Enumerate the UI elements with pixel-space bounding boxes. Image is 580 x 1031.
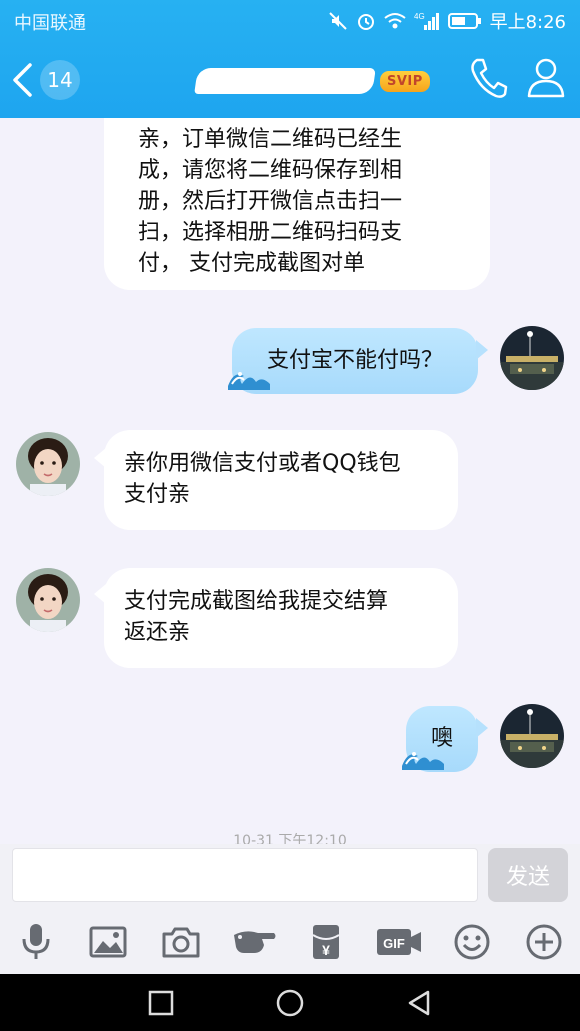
chevron-left-icon bbox=[13, 63, 32, 97]
svip-badge: SVIP bbox=[380, 70, 430, 92]
status-bar: 中国联通 4G 早上8:26 bbox=[0, 0, 580, 40]
home-button[interactable] bbox=[274, 987, 306, 1019]
wifi-icon bbox=[383, 13, 406, 29]
contact-name: K-Y bbox=[194, 68, 376, 94]
girl-portrait-image bbox=[16, 432, 80, 496]
tools-bar: ¥ GIF bbox=[0, 906, 580, 974]
svg-text:¥: ¥ bbox=[322, 942, 330, 958]
emoji-icon[interactable] bbox=[452, 922, 492, 962]
mute-icon bbox=[328, 12, 347, 30]
input-bar: 发送 bbox=[0, 844, 580, 906]
status-icons: 4G 早上8:26 bbox=[328, 8, 566, 34]
alarm-icon bbox=[357, 14, 374, 30]
message-timestamp: 10-31 下午12:10 bbox=[233, 833, 347, 844]
triangle-back-icon bbox=[408, 990, 430, 1016]
phone-icon bbox=[471, 58, 508, 98]
message-text: 亲，订单微信二维码已经生 bbox=[138, 127, 403, 152]
svg-text:GIF: GIF bbox=[383, 936, 405, 951]
message-text: 亲你用微信支付或者QQ钱包 bbox=[124, 451, 401, 476]
night-scene-image bbox=[500, 326, 564, 390]
my-avatar[interactable] bbox=[500, 704, 564, 768]
message-text: 成，请您将二维码保存到相 bbox=[138, 158, 403, 183]
microphone-icon[interactable] bbox=[16, 922, 56, 962]
message-bubble-received[interactable]: 亲你用微信支付或者QQ钱包 支付亲 bbox=[104, 430, 458, 530]
recent-apps-button[interactable] bbox=[145, 987, 177, 1019]
system-nav-bar bbox=[0, 974, 580, 1031]
wave-decoration-icon bbox=[228, 372, 270, 390]
camera-icon[interactable] bbox=[161, 922, 201, 962]
message-text: 册，然后打开微信点击扫一 bbox=[138, 189, 403, 214]
signal-icon: 4G bbox=[414, 12, 439, 30]
contact-avatar[interactable] bbox=[16, 568, 80, 632]
unread-badge: 14 bbox=[40, 60, 80, 100]
clock-label: 早上8:26 bbox=[489, 12, 566, 33]
message-text: 付， 支付完成截图对单 bbox=[138, 251, 365, 276]
bubble-tail bbox=[476, 718, 488, 738]
girl-portrait-image bbox=[16, 568, 80, 632]
svg-text:4G: 4G bbox=[414, 12, 425, 21]
wave-decoration-icon bbox=[402, 752, 444, 770]
profile-button[interactable] bbox=[526, 56, 566, 104]
carrier-label: 中国联通 bbox=[14, 13, 86, 34]
send-button[interactable]: 发送 bbox=[488, 848, 568, 902]
night-scene-image bbox=[500, 704, 564, 768]
circle-icon bbox=[276, 989, 304, 1017]
red-packet-icon[interactable] bbox=[232, 922, 278, 962]
plus-icon[interactable] bbox=[524, 922, 564, 962]
my-avatar[interactable] bbox=[500, 326, 564, 390]
back-button[interactable]: 14 bbox=[10, 60, 80, 100]
contact-title[interactable]: K-Y SVIP bbox=[194, 62, 436, 100]
person-icon bbox=[527, 58, 565, 98]
contact-avatar[interactable] bbox=[16, 432, 80, 496]
square-icon bbox=[148, 990, 174, 1016]
message-text: 返还亲 bbox=[124, 620, 191, 645]
message-text: 支付宝不能付吗？ bbox=[266, 348, 443, 373]
call-button[interactable] bbox=[468, 56, 508, 104]
money-icon[interactable]: ¥ bbox=[306, 922, 346, 962]
message-text: 支付亲 bbox=[124, 482, 191, 507]
chat-header: 中国联通 4G 早上8:26 14 K-Y SVIP bbox=[0, 0, 580, 118]
message-input[interactable] bbox=[12, 848, 478, 902]
message-bubble-received[interactable]: 亲，订单微信二维码已经生 成，请您将二维码保存到相 册，然后打开微信点击扫一 扫… bbox=[104, 118, 490, 290]
message-text: 扫，选择相册二维码扫码支 bbox=[138, 220, 403, 245]
message-bubble-received[interactable]: 支付完成截图给我提交结算 返还亲 bbox=[104, 568, 458, 668]
back-nav-button[interactable] bbox=[404, 987, 436, 1019]
battery-icon bbox=[447, 13, 481, 29]
message-text: 支付完成截图给我提交结算 bbox=[124, 589, 389, 614]
bubble-tail bbox=[476, 340, 488, 360]
image-icon[interactable] bbox=[88, 922, 128, 962]
message-list[interactable]: 亲，订单微信二维码已经生 成，请您将二维码保存到相 册，然后打开微信点击扫一 扫… bbox=[0, 118, 580, 844]
gif-icon[interactable]: GIF bbox=[376, 922, 422, 962]
